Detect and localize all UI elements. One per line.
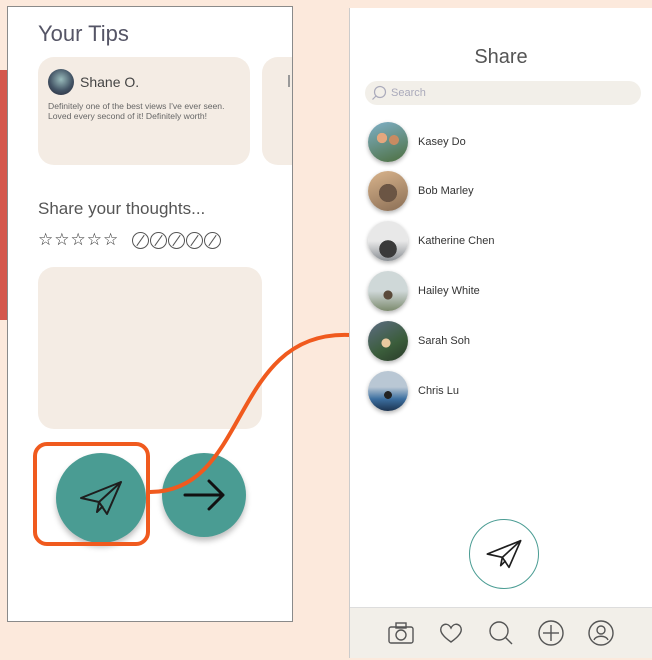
contact-name: Katherine Chen [418, 235, 495, 247]
bottom-tab-bar [350, 607, 652, 658]
contact-item[interactable]: Kasey Do [368, 122, 466, 162]
avatar [368, 371, 408, 411]
heart-icon[interactable] [437, 619, 465, 647]
avatar [368, 171, 408, 211]
avatar [368, 221, 408, 261]
plus-icon[interactable] [537, 619, 565, 647]
avatar [368, 122, 408, 162]
contact-name: Kasey Do [418, 136, 466, 148]
contact-name: Hailey White [418, 285, 480, 297]
paper-plane-icon [486, 539, 522, 569]
avatar [368, 321, 408, 361]
search-input[interactable] [391, 87, 591, 99]
contact-name: Sarah Soh [418, 335, 470, 347]
profile-icon[interactable] [587, 619, 615, 647]
share-screen: Share Kasey Do Bob Marley Katherine Chen… [349, 8, 652, 658]
search-icon[interactable] [487, 619, 515, 647]
contact-name: Bob Marley [418, 185, 474, 197]
camera-icon[interactable] [387, 619, 415, 647]
contact-item[interactable]: Hailey White [368, 271, 480, 311]
contact-name: Chris Lu [418, 385, 459, 397]
send-button[interactable] [469, 519, 539, 589]
search-bar[interactable] [365, 81, 641, 105]
contact-item[interactable]: Katherine Chen [368, 221, 494, 261]
avatar [368, 271, 408, 311]
page-title: Share [474, 46, 528, 68]
search-icon [372, 85, 387, 100]
contact-item[interactable]: Bob Marley [368, 171, 474, 211]
contact-item[interactable]: Sarah Soh [368, 321, 470, 361]
contact-item[interactable]: Chris Lu [368, 371, 459, 411]
